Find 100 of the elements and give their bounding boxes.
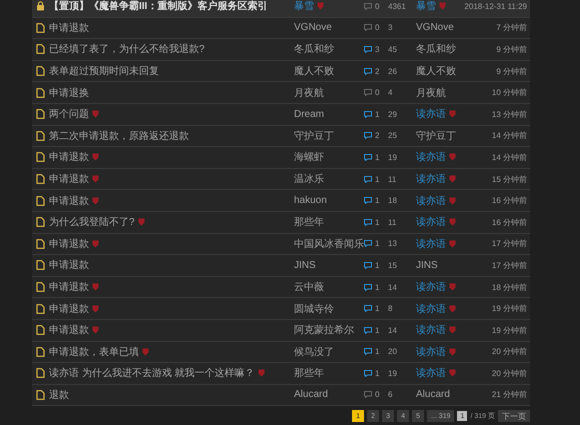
username[interactable]: 月夜航 xyxy=(416,86,446,100)
thread-row[interactable]: 为什么我登陆不了? 那些年 1 11 读亦语 16 分钟前 xyxy=(32,212,530,234)
username[interactable]: 读亦语 xyxy=(416,107,446,122)
document-icon xyxy=(36,88,45,98)
view-count: 14 xyxy=(388,326,397,335)
username[interactable]: 读亦语 xyxy=(416,194,446,208)
username[interactable]: 读亦语 xyxy=(416,150,446,164)
thread-row[interactable]: 申请退款 hakuon 1 18 读亦语 16 分钟前 xyxy=(32,190,530,212)
username[interactable]: 魔人不败 xyxy=(416,64,456,78)
thread-row[interactable]: 表单超过预期时间未回复 魔人不败 2 26 魔人不败 9 分钟前 xyxy=(32,60,530,82)
username[interactable]: 中国风冰香闻乐 xyxy=(294,236,364,251)
document-icon xyxy=(36,22,45,33)
username[interactable]: 守护豆丁 xyxy=(294,128,334,143)
next-page-button[interactable]: 下一页 xyxy=(498,410,530,422)
thread-row[interactable]: 申请退款 JINS 1 15 JINS 17 分钟前 xyxy=(32,255,530,277)
thread-row[interactable]: 申请退款 温冰乐 1 11 读亦语 15 分钟前 xyxy=(32,168,530,190)
username[interactable]: VGNove xyxy=(416,22,454,34)
username[interactable]: JINS xyxy=(416,260,438,271)
username[interactable]: 暴雪 xyxy=(294,0,314,14)
username[interactable]: 读亦语 xyxy=(416,280,446,294)
username[interactable]: 温冰乐 xyxy=(294,172,324,186)
document-icon xyxy=(36,130,45,141)
thread-row[interactable]: 两个问题 Dream 1 29 读亦语 13 分钟前 xyxy=(32,104,530,126)
username[interactable]: 魔人不败 xyxy=(294,64,334,78)
thread-title[interactable]: 申请退款 xyxy=(49,20,89,35)
username[interactable]: 读亦语 xyxy=(416,215,446,230)
username[interactable]: 读亦语 xyxy=(416,302,446,316)
username[interactable]: 月夜航 xyxy=(294,86,324,100)
thread-row[interactable]: 申请退款，表单已填 候鸟没了 1 20 读亦语 20 分钟前 xyxy=(32,342,530,364)
thread-title[interactable]: 申请退款 xyxy=(49,302,89,316)
thread-row[interactable]: 读亦语 为什么我进不去游戏 就我一个这样嘛？ 那些年 1 19 读亦语 20 分钟前 xyxy=(32,363,530,385)
thread-title[interactable]: 申请退换 xyxy=(49,86,89,100)
thread-title[interactable]: 申请退款，表单已填 xyxy=(49,344,139,359)
thread-title[interactable]: 申请退款 xyxy=(49,236,89,251)
thread-title[interactable]: 申请退款 xyxy=(49,258,89,272)
thread-title[interactable]: 申请退款 xyxy=(49,280,89,294)
username[interactable]: hakuon xyxy=(294,195,327,206)
view-count: 4361 xyxy=(388,2,406,11)
username[interactable]: 读亦语 xyxy=(416,366,446,380)
document-icon xyxy=(36,282,45,292)
username[interactable]: 读亦语 xyxy=(416,323,446,338)
username[interactable]: Alucard xyxy=(294,389,328,400)
lock-icon xyxy=(36,1,45,12)
thread-title[interactable]: 读亦语 为什么我进不去游戏 就我一个这样嘛？ xyxy=(49,366,255,380)
thread-row[interactable]: 【置顶】《魔兽争霸III：重制版》客户服务区索引 暴雪 0 4361 暴雪 2018-12-31 11:29 xyxy=(32,0,530,18)
reply-count: 1 xyxy=(375,326,380,335)
post-time: 20 分钟前 xyxy=(492,368,527,379)
username[interactable]: 阿克蒙拉希尔 xyxy=(294,323,354,338)
document-icon xyxy=(36,390,45,400)
view-count: 6 xyxy=(388,390,392,400)
username[interactable]: JINS xyxy=(294,260,316,271)
username[interactable]: 读亦语 xyxy=(416,344,446,359)
thread-title[interactable]: 申请退款 xyxy=(49,194,89,208)
thread-row[interactable]: 申请退换 月夜航 0 4 月夜航 10 分钟前 xyxy=(32,82,530,104)
thread-row[interactable]: 申请退款 VGNove 0 3 VGNove 7 分钟前 xyxy=(32,18,530,40)
post-time: 14 分钟前 xyxy=(492,152,527,163)
thread-row[interactable]: 退款 Alucard 0 6 Alucard 21 分钟前 xyxy=(32,384,530,406)
document-icon xyxy=(36,152,45,162)
reply-count: 0 xyxy=(375,88,380,98)
document-icon xyxy=(36,196,45,206)
reply-count: 1 xyxy=(375,282,380,292)
post-time: 17 分钟前 xyxy=(492,260,527,271)
thread-title[interactable]: 已经填了表了，为什么不给我退款? xyxy=(49,42,205,56)
thread-title[interactable]: 为什么我登陆不了? xyxy=(49,215,135,230)
thread-title[interactable]: 表单超过预期时间未回复 xyxy=(49,64,159,78)
thread-row[interactable]: 已经填了表了，为什么不给我退款? 冬瓜和纱 3 45 冬瓜和纱 9 分钟前 xyxy=(32,39,530,61)
username[interactable]: 海螺虾 xyxy=(294,150,324,164)
thread-title[interactable]: 两个问题 xyxy=(49,107,89,122)
thread-title[interactable]: 申请退款 xyxy=(49,172,89,186)
thread-row[interactable]: 申请退款 阿克蒙拉希尔 1 14 读亦语 19 分钟前 xyxy=(32,320,530,342)
thread-title[interactable]: 退款 xyxy=(49,388,69,402)
username[interactable]: Alucard xyxy=(416,389,450,400)
username[interactable]: 那些年 xyxy=(294,366,324,380)
post-time: 19 分钟前 xyxy=(492,303,527,314)
username[interactable]: 读亦语 xyxy=(416,172,446,186)
thread-row[interactable]: 申请退款 中国风冰香闻乐 1 13 读亦语 17 分钟前 xyxy=(32,234,530,256)
document-icon xyxy=(36,109,45,120)
thread-row[interactable]: 申请退款 海螺虾 1 19 读亦语 14 分钟前 xyxy=(32,147,530,169)
username[interactable]: 那些年 xyxy=(294,215,324,230)
reply-count: 1 xyxy=(375,174,380,184)
username[interactable]: 候鸟没了 xyxy=(294,344,334,359)
username[interactable]: 暴雪 xyxy=(416,0,436,14)
thread-row[interactable]: 申请退款 云中薇 1 14 读亦语 18 分钟前 xyxy=(32,276,530,298)
thread-title[interactable]: 第二次申请退款，原路返还退款 xyxy=(49,128,189,143)
thread-title[interactable]: 申请退款 xyxy=(49,323,89,338)
document-icon xyxy=(36,325,45,336)
username[interactable]: Dream xyxy=(294,108,324,120)
username[interactable]: 云中薇 xyxy=(294,280,324,294)
username[interactable]: VGNove xyxy=(294,22,332,34)
view-count: 25 xyxy=(388,131,397,140)
username[interactable]: 读亦语 xyxy=(416,236,446,251)
thread-title[interactable]: 申请退款 xyxy=(49,150,89,164)
thread-row[interactable]: 申请退款 圆城寺伶 1 8 读亦语 19 分钟前 xyxy=(32,298,530,320)
view-count: 45 xyxy=(388,44,397,54)
username[interactable]: 守护豆丁 xyxy=(416,128,456,143)
username[interactable]: 圆城寺伶 xyxy=(294,302,334,316)
username[interactable]: 冬瓜和纱 xyxy=(416,42,456,56)
thread-title[interactable]: 【置顶】《魔兽争霸III：重制版》客户服务区索引 xyxy=(49,0,268,14)
thread-row[interactable]: 第二次申请退款，原路返还退款 守护豆丁 2 25 守护豆丁 14 分钟前 xyxy=(32,126,530,148)
username[interactable]: 冬瓜和纱 xyxy=(294,42,334,56)
